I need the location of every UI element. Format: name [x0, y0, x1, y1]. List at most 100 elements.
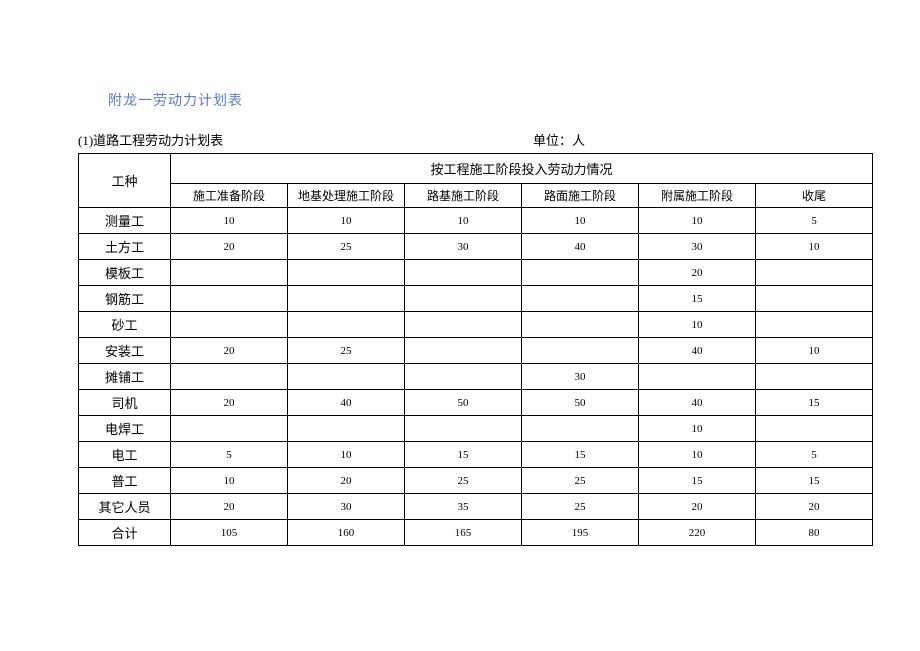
row-label: 司机: [79, 390, 171, 416]
cell-value: [405, 260, 522, 286]
table-row: 钢筋工 15: [79, 286, 873, 312]
cell-value: 40: [288, 390, 405, 416]
subtitle-row: (1)道路工程劳动力计划表 单位：人: [78, 130, 873, 149]
cell-value: 25: [288, 234, 405, 260]
cell-value: 165: [405, 520, 522, 546]
header-stage-4: 附属施工阶段: [639, 184, 756, 208]
cell-value: 20: [639, 494, 756, 520]
row-label: 测量工: [79, 208, 171, 234]
header-stage-3: 路面施工阶段: [522, 184, 639, 208]
cell-value: [405, 364, 522, 390]
cell-value: 10: [288, 442, 405, 468]
cell-value: 15: [639, 286, 756, 312]
subtitle-unit: 单位：人: [533, 130, 873, 149]
cell-value: 15: [639, 468, 756, 494]
cell-value: 20: [171, 390, 288, 416]
table-row: 其它人员203035252020: [79, 494, 873, 520]
cell-value: 25: [522, 468, 639, 494]
table-row: 电焊工 10: [79, 416, 873, 442]
cell-value: 10: [522, 208, 639, 234]
cell-value: 25: [405, 468, 522, 494]
header-stage-2: 路基施工阶段: [405, 184, 522, 208]
cell-value: 10: [756, 338, 873, 364]
cell-value: [288, 364, 405, 390]
cell-value: [288, 286, 405, 312]
cell-value: [756, 364, 873, 390]
row-label: 普工: [79, 468, 171, 494]
cell-value: 20: [171, 494, 288, 520]
cell-value: [522, 286, 639, 312]
row-label: 其它人员: [79, 494, 171, 520]
cell-value: [522, 312, 639, 338]
cell-value: 10: [639, 208, 756, 234]
cell-value: [405, 312, 522, 338]
cell-value: [405, 338, 522, 364]
cell-value: [288, 416, 405, 442]
header-stage-0: 施工准备阶段: [171, 184, 288, 208]
cell-value: [171, 312, 288, 338]
cell-value: 10: [171, 208, 288, 234]
cell-value: 15: [756, 390, 873, 416]
subtitle-left: (1)道路工程劳动力计划表: [78, 130, 533, 149]
cell-value: 5: [756, 442, 873, 468]
row-label: 摊铺工: [79, 364, 171, 390]
table-row: 摊铺工30: [79, 364, 873, 390]
cell-value: [171, 260, 288, 286]
table-row: 普工102025251515: [79, 468, 873, 494]
cell-value: 20: [756, 494, 873, 520]
cell-value: 10: [171, 468, 288, 494]
cell-value: 5: [171, 442, 288, 468]
table-row: 土方工202530403010: [79, 234, 873, 260]
row-label: 土方工: [79, 234, 171, 260]
cell-value: 15: [405, 442, 522, 468]
header-stage-1: 地基处理施工阶段: [288, 184, 405, 208]
cell-value: [405, 416, 522, 442]
cell-value: 10: [405, 208, 522, 234]
table-row: 模板工 20: [79, 260, 873, 286]
cell-value: 35: [405, 494, 522, 520]
cell-value: [288, 312, 405, 338]
table-row: 合计10516016519522080: [79, 520, 873, 546]
row-label: 合计: [79, 520, 171, 546]
row-label: 钢筋工: [79, 286, 171, 312]
row-label: 安装工: [79, 338, 171, 364]
cell-value: 50: [405, 390, 522, 416]
cell-value: [522, 260, 639, 286]
header-section: 按工程施工阶段投入劳动力情况: [171, 154, 873, 184]
row-label: 砂工: [79, 312, 171, 338]
cell-value: 20: [639, 260, 756, 286]
table-body: 测量工10101010105土方工202530403010模板工20钢筋工15砂…: [79, 208, 873, 546]
cell-value: [522, 338, 639, 364]
row-label: 模板工: [79, 260, 171, 286]
cell-value: 20: [171, 234, 288, 260]
cell-value: 10: [639, 312, 756, 338]
cell-value: 30: [288, 494, 405, 520]
cell-value: 10: [639, 416, 756, 442]
cell-value: 10: [756, 234, 873, 260]
row-label: 电工: [79, 442, 171, 468]
cell-value: 30: [405, 234, 522, 260]
cell-value: 50: [522, 390, 639, 416]
cell-value: 105: [171, 520, 288, 546]
cell-value: 10: [288, 208, 405, 234]
cell-value: 80: [756, 520, 873, 546]
cell-value: 40: [522, 234, 639, 260]
cell-value: [639, 364, 756, 390]
cell-value: 25: [522, 494, 639, 520]
cell-value: 30: [639, 234, 756, 260]
cell-value: [756, 260, 873, 286]
cell-value: [756, 286, 873, 312]
row-label: 电焊工: [79, 416, 171, 442]
header-stage-5: 收尾: [756, 184, 873, 208]
cell-value: 40: [639, 390, 756, 416]
cell-value: [756, 416, 873, 442]
cell-value: 15: [756, 468, 873, 494]
labor-plan-table: 工种 按工程施工阶段投入劳动力情况 施工准备阶段 地基处理施工阶段 路基施工阶段…: [78, 153, 873, 546]
cell-value: 10: [639, 442, 756, 468]
table-row: 司机204050504015: [79, 390, 873, 416]
cell-value: [405, 286, 522, 312]
table-row: 安装工20254010: [79, 338, 873, 364]
table-row: 测量工10101010105: [79, 208, 873, 234]
table-row: 电工5101515105: [79, 442, 873, 468]
cell-value: [171, 364, 288, 390]
